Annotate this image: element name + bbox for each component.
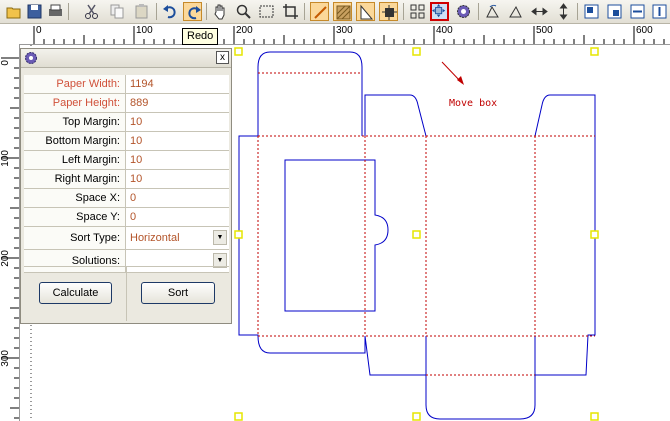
right-margin-row: Right Margin: 10	[24, 170, 229, 189]
left-margin-row: Left Margin: 10	[24, 151, 229, 170]
sort-type-select[interactable]: Horizontal ▼	[126, 227, 229, 249]
ruler-label: 0	[0, 60, 11, 66]
panel-header: x	[21, 49, 231, 68]
hand-icon[interactable]	[211, 2, 230, 21]
field-label: Space Y:	[24, 208, 126, 226]
grid-icon[interactable]	[408, 2, 427, 21]
paste-icon[interactable]	[132, 2, 151, 21]
align-2-icon[interactable]	[605, 2, 624, 21]
parameter-grid: Paper Width: 1194 Paper Height: 889 Top Ma…	[24, 75, 229, 273]
ruler-label: 100	[136, 25, 153, 36]
zoom-icon[interactable]	[234, 2, 253, 21]
move-box-annotation: Move box	[449, 98, 498, 109]
mirror-horizontal-icon[interactable]	[530, 2, 549, 21]
left-margin-field[interactable]: 10	[126, 151, 229, 169]
ruler-label: 600	[636, 25, 653, 36]
save-icon[interactable]	[25, 2, 44, 21]
ruler-label: 200	[0, 250, 11, 267]
vertical-ruler: 0 100 200 300	[0, 44, 20, 421]
field-label: Space X:	[24, 189, 126, 207]
ruler-label: 100	[0, 150, 11, 167]
top-margin-field[interactable]: 10	[126, 113, 229, 131]
paper-height-row: Paper Height: 889	[24, 94, 229, 113]
rotate-right-icon[interactable]	[506, 2, 525, 21]
rotate-left-icon[interactable]	[483, 2, 502, 21]
bottom-margin-row: Bottom Margin: 10	[24, 132, 229, 151]
ruler-label: 500	[536, 25, 553, 36]
horizontal-ruler: 0 100 200 300 400 500 600	[0, 24, 670, 45]
field-label: Top Margin:	[24, 113, 126, 131]
crop-icon[interactable]	[281, 2, 300, 21]
ruler-label: 200	[236, 25, 253, 36]
top-margin-row: Top Margin: 10	[24, 113, 229, 132]
paper-width-row: Paper Width: 1194	[24, 75, 229, 94]
calculate-button[interactable]: Calculate	[39, 282, 112, 304]
align-3-icon[interactable]	[628, 2, 647, 21]
paper-width-field[interactable]: 1194	[126, 75, 229, 93]
fit-icon[interactable]	[379, 2, 398, 21]
undo-icon[interactable]	[161, 2, 180, 21]
field-label: Right Margin:	[24, 170, 126, 188]
line-tool-icon[interactable]	[310, 2, 329, 21]
field-label: Paper Height:	[24, 94, 126, 112]
sort-button[interactable]: Sort	[141, 282, 215, 304]
chevron-down-icon[interactable]: ▼	[213, 230, 227, 245]
ruler-label: 300	[336, 25, 353, 36]
gear-icon[interactable]	[454, 2, 473, 21]
gear-icon	[25, 52, 37, 64]
ruler-triangle-icon[interactable]	[356, 2, 375, 21]
ruler-label: 300	[0, 350, 11, 367]
toolbar	[0, 0, 670, 24]
copy-icon[interactable]	[108, 2, 127, 21]
button-area: Calculate Sort	[24, 266, 229, 321]
ruler-label: 0	[36, 25, 42, 36]
field-label: Sort Type:	[24, 227, 126, 249]
align-1-icon[interactable]	[582, 2, 601, 21]
field-label: Left Margin:	[24, 151, 126, 169]
sort-type-value: Horizontal	[130, 232, 180, 244]
move-box-icon[interactable]	[430, 2, 449, 21]
align-4-icon[interactable]	[650, 2, 669, 21]
mirror-vertical-icon[interactable]	[554, 2, 573, 21]
redo-tooltip: Redo	[182, 28, 219, 45]
close-button[interactable]: x	[216, 51, 229, 64]
redo-icon[interactable]	[183, 2, 202, 21]
print-icon[interactable]	[46, 2, 65, 21]
select-rect-icon[interactable]	[257, 2, 276, 21]
bottom-margin-field[interactable]: 10	[126, 132, 229, 150]
space-y-field[interactable]: 0	[126, 208, 229, 226]
space-x-field[interactable]: 0	[126, 189, 229, 207]
field-label: Bottom Margin:	[24, 132, 126, 150]
right-margin-field[interactable]: 10	[126, 170, 229, 188]
space-x-row: Space X: 0	[24, 189, 229, 208]
open-icon[interactable]	[5, 2, 24, 21]
paper-height-field[interactable]: 889	[126, 94, 229, 112]
space-y-row: Space Y: 0	[24, 208, 229, 227]
field-label: Paper Width:	[24, 75, 126, 93]
hatch-icon[interactable]	[333, 2, 352, 21]
layout-panel: x Paper Width: 1194 Paper Height: 889 Top …	[20, 48, 232, 324]
sort-type-row: Sort Type: Horizontal ▼	[24, 227, 229, 250]
ruler-label: 400	[436, 25, 453, 36]
cut-icon[interactable]	[82, 2, 101, 21]
